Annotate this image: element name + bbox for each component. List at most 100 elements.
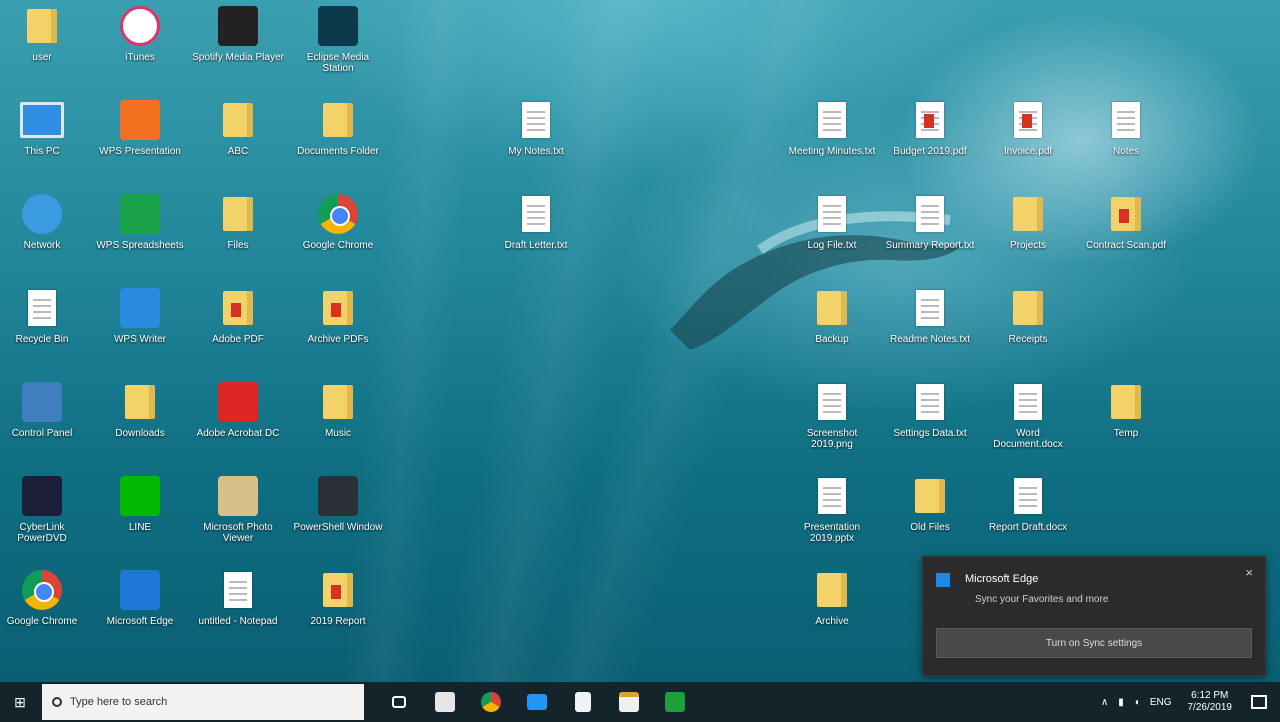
icon-frame <box>118 286 162 330</box>
desktop-shortcut[interactable]: WPS Presentation <box>94 94 186 182</box>
wps-writer-icon <box>120 288 160 328</box>
desktop-shortcut[interactable]: Receipts <box>982 282 1074 370</box>
desktop-shortcut[interactable]: My Notes.txt <box>490 94 582 182</box>
desktop-shortcut-label: Backup <box>815 334 849 345</box>
desktop-shortcut-label: Files <box>227 240 249 251</box>
desktop-shortcut-label: iTunes <box>125 52 155 63</box>
desktop-shortcut[interactable]: PowerShell Window <box>292 470 384 558</box>
desktop-shortcut[interactable]: Archive PDFs <box>292 282 384 370</box>
desktop-shortcut[interactable]: Adobe Acrobat DC <box>192 376 284 464</box>
desktop-shortcut[interactable]: Report Draft.docx <box>982 470 1074 558</box>
search-box[interactable]: Type here to search <box>42 684 364 720</box>
folder-icon <box>1111 385 1141 419</box>
folder-icon <box>1013 197 1043 231</box>
text-file-icon <box>818 196 846 232</box>
taskbar-app-explorer[interactable] <box>514 682 560 722</box>
network-tray-icon[interactable]: ▮ <box>1118 697 1124 708</box>
text-file-icon <box>522 102 550 138</box>
desktop-shortcut-label: Settings Data.txt <box>893 428 967 439</box>
desktop-shortcut[interactable]: CyberLink PowerDVD <box>0 470 88 558</box>
desktop-shortcut[interactable]: WPS Spreadsheets <box>94 188 186 276</box>
toast-action-button[interactable]: Turn on Sync settings <box>936 628 1252 658</box>
taskbar-app-store[interactable] <box>606 682 652 722</box>
desktop-shortcut[interactable]: Google Chrome <box>292 188 384 276</box>
desktop-shortcut-label: Downloads <box>115 428 165 439</box>
desktop-shortcut[interactable]: This PC <box>0 94 88 182</box>
desktop-shortcut[interactable]: ABC <box>192 94 284 182</box>
icon-frame <box>316 568 360 612</box>
desktop-shortcut[interactable]: Budget 2019.pdf <box>884 94 976 182</box>
desktop-shortcut[interactable]: Word Document.docx <box>982 376 1074 464</box>
desktop-shortcut[interactable]: Network <box>0 188 88 276</box>
task-view-button[interactable] <box>376 682 422 722</box>
desktop-shortcut[interactable]: Microsoft Edge <box>94 564 186 652</box>
desktop-shortcut-label: Archive PDFs <box>307 334 369 345</box>
desktop-shortcut[interactable]: Documents Folder <box>292 94 384 182</box>
text-file-icon <box>916 384 944 420</box>
desktop-shortcut[interactable]: LINE <box>94 470 186 558</box>
action-center-button[interactable] <box>1238 682 1280 722</box>
desktop-shortcut-label: LINE <box>128 522 152 533</box>
icon-frame <box>908 474 952 518</box>
desktop-shortcut[interactable]: Settings Data.txt <box>884 376 976 464</box>
desktop-shortcut[interactable]: Readme Notes.txt <box>884 282 976 370</box>
desktop-shortcut[interactable]: iTunes <box>94 0 186 88</box>
icon-frame <box>1006 98 1050 142</box>
taskbar-app-media[interactable] <box>422 682 468 722</box>
desktop-shortcut-label: My Notes.txt <box>508 146 564 157</box>
desktop-shortcut[interactable]: Contract Scan.pdf <box>1080 188 1172 276</box>
desktop-shortcut[interactable]: Draft Letter.txt <box>490 188 582 276</box>
desktop-shortcut[interactable]: Control Panel <box>0 376 88 464</box>
desktop-shortcut[interactable]: 2019 Report <box>292 564 384 652</box>
desktop-shortcut[interactable]: Downloads <box>94 376 186 464</box>
desktop-shortcut-label: Notes <box>1112 146 1140 157</box>
desktop-shortcut[interactable]: Meeting Minutes.txt <box>786 94 878 182</box>
desktop-shortcut[interactable]: Projects <box>982 188 1074 276</box>
desktop-shortcut[interactable]: Files <box>192 188 284 276</box>
start-button[interactable]: ⊞ <box>0 682 40 722</box>
icon-frame <box>20 474 64 518</box>
desktop-shortcut[interactable]: Screenshot 2019.png <box>786 376 878 464</box>
folder-icon <box>817 573 847 607</box>
tray-chevron-icon[interactable]: ∧ <box>1101 697 1108 708</box>
wps-presentation-icon <box>120 100 160 140</box>
desktop-shortcut[interactable]: untitled - Notepad <box>192 564 284 652</box>
desktop-shortcut[interactable]: Log File.txt <box>786 188 878 276</box>
pdf-folder-icon <box>323 573 353 607</box>
desktop-shortcut-label: Draft Letter.txt <box>504 240 568 251</box>
desktop-shortcut[interactable]: Google Chrome <box>0 564 88 652</box>
toast-close-button[interactable]: × <box>1245 565 1253 580</box>
taskbar-app-chrome[interactable] <box>468 682 514 722</box>
desktop-shortcut[interactable]: Archive <box>786 564 878 652</box>
icon-frame <box>1104 192 1148 236</box>
desktop-shortcut[interactable]: Microsoft Photo Viewer <box>192 470 284 558</box>
desktop-shortcut-label: Temp <box>1113 428 1139 439</box>
chrome-icon <box>318 194 358 234</box>
desktop-shortcut-label: Word Document.docx <box>993 428 1063 450</box>
taskbar-app-excel[interactable] <box>652 682 698 722</box>
desktop-shortcut[interactable]: Presentation 2019.pptx <box>786 470 878 558</box>
volume-tray-icon[interactable]: ◖ <box>1134 697 1140 708</box>
desktop-shortcut[interactable]: WPS Writer <box>94 282 186 370</box>
desktop-shortcut[interactable]: Old Files <box>884 470 976 558</box>
icon-frame <box>316 98 360 142</box>
pdf-folder-icon <box>323 291 353 325</box>
desktop-shortcut[interactable]: Notes <box>1080 94 1172 182</box>
desktop-shortcut[interactable]: Summary Report.txt <box>884 188 976 276</box>
folder-icon <box>323 385 353 419</box>
icon-frame <box>810 192 854 236</box>
folder-icon <box>323 103 353 137</box>
taskbar-app-notepad[interactable] <box>560 682 606 722</box>
desktop-shortcut[interactable]: Spotify Media Player <box>192 0 284 88</box>
desktop-shortcut[interactable]: user <box>0 0 88 88</box>
desktop-shortcut[interactable]: Eclipse Media Station <box>292 0 384 88</box>
desktop-shortcut[interactable]: Invoice.pdf <box>982 94 1074 182</box>
clock[interactable]: 6:12 PM 7/26/2019 <box>1188 690 1233 714</box>
itunes-icon <box>120 6 160 46</box>
desktop-shortcut[interactable]: Adobe PDF <box>192 282 284 370</box>
desktop-shortcut[interactable]: Music <box>292 376 384 464</box>
desktop-shortcut[interactable]: Recycle Bin <box>0 282 88 370</box>
desktop-shortcut[interactable]: Temp <box>1080 376 1172 464</box>
language-indicator[interactable]: ENG <box>1150 697 1172 708</box>
desktop-shortcut[interactable]: Backup <box>786 282 878 370</box>
